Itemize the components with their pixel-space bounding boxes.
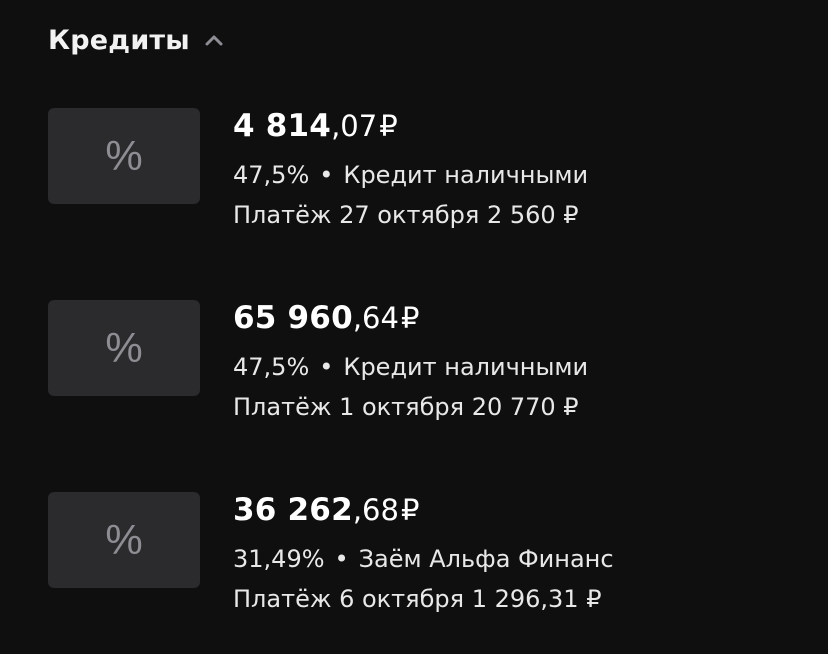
amount-fraction: ,07 — [331, 109, 378, 143]
separator-dot: • — [334, 545, 349, 573]
loan-text: 65 960,64 ₽ 47,5% • Кредит наличными Плат… — [233, 300, 793, 422]
loan-details: 31,49% • Заём Альфа Финанс — [233, 544, 793, 574]
loan-item[interactable]: % 4 814,07 ₽ 47,5% • Кредит наличными Пла… — [48, 108, 808, 229]
loan-icon-tile: % — [48, 108, 200, 204]
separator-dot: • — [319, 161, 334, 189]
loan-list: % 4 814,07 ₽ 47,5% • Кредит наличными Пла… — [48, 108, 808, 613]
interest-rate: 47,5% — [233, 353, 310, 381]
amount-integer: 36 262 — [233, 492, 353, 528]
loan-product: Заём Альфа Финанс — [358, 545, 614, 573]
next-payment: Платёж 1 октября 20 770 ₽ — [233, 393, 579, 421]
currency-symbol: ₽ — [400, 301, 420, 335]
loan-icon-tile: % — [48, 492, 200, 588]
separator-dot: • — [319, 353, 334, 381]
loan-product: Кредит наличными — [343, 161, 589, 189]
credits-section-header[interactable]: Кредиты — [48, 20, 224, 60]
loan-item[interactable]: % 36 262,68 ₽ 31,49% • Заём Альфа Финанс … — [48, 492, 808, 613]
loan-details: 47,5% • Кредит наличными — [233, 352, 793, 382]
loan-text: 36 262,68 ₽ 31,49% • Заём Альфа Финанс Пл… — [233, 492, 793, 614]
amount-fraction: ,68 — [352, 493, 399, 527]
loan-amount: 36 262,68 ₽ — [233, 492, 793, 536]
percent-icon: % — [105, 516, 143, 563]
loan-product: Кредит наличными — [343, 353, 589, 381]
percent-icon: % — [105, 132, 143, 179]
interest-rate: 47,5% — [233, 161, 310, 189]
currency-symbol: ₽ — [379, 109, 398, 143]
loan-icon-tile: % — [48, 300, 200, 396]
loan-amount: 65 960,64 ₽ — [233, 300, 793, 344]
loan-item[interactable]: % 65 960,64 ₽ 47,5% • Кредит наличными Пл… — [48, 300, 808, 421]
loan-text: 4 814,07 ₽ 47,5% • Кредит наличными Платё… — [233, 108, 793, 230]
amount-integer: 65 960 — [233, 300, 353, 336]
currency-symbol: ₽ — [400, 493, 420, 527]
percent-icon: % — [105, 324, 143, 371]
loan-details: 47,5% • Кредит наличными — [233, 160, 793, 190]
loan-amount: 4 814,07 ₽ — [233, 108, 793, 152]
amount-fraction: ,64 — [352, 301, 399, 335]
amount-integer: 4 814 — [233, 108, 332, 144]
next-payment: Платёж 27 октября 2 560 ₽ — [233, 201, 579, 229]
section-title: Кредиты — [48, 24, 190, 56]
chevron-up-icon[interactable] — [204, 33, 224, 47]
next-payment: Платёж 6 октября 1 296,31 ₽ — [233, 585, 602, 613]
interest-rate: 31,49% — [233, 545, 325, 573]
